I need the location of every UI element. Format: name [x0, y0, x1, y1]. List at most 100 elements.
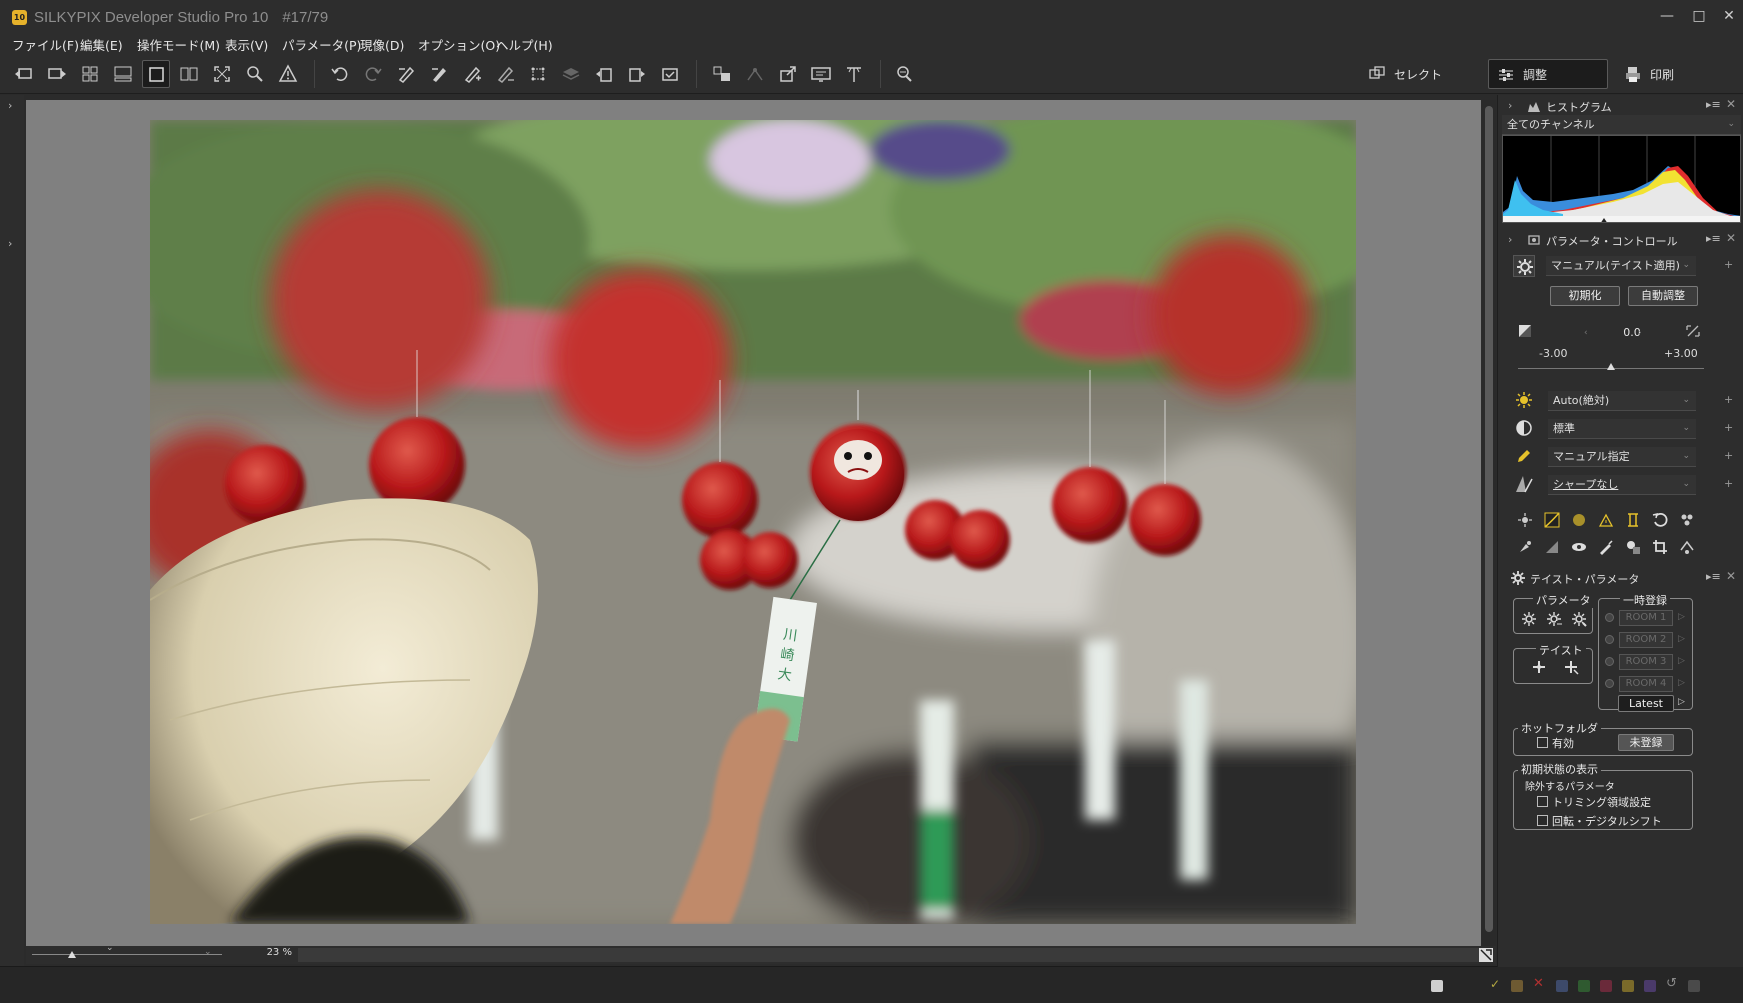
rotate-icon[interactable] — [1651, 511, 1669, 529]
panel-close-icon[interactable]: ✕ — [1726, 231, 1736, 245]
next-image-icon[interactable] — [43, 60, 71, 88]
taste-parameter-header[interactable]: テイスト・パラメータ ▸≡ ✕ — [1498, 567, 1743, 589]
compare-view-icon[interactable] — [175, 60, 203, 88]
panel-menu-icon[interactable]: ▸≡ — [1706, 98, 1721, 111]
auto-adjust-button[interactable]: 自動調整 — [1628, 286, 1698, 306]
paste-parameter-icon[interactable] — [425, 60, 453, 88]
exposure-decrease-icon[interactable]: ‹ — [1584, 328, 1588, 338]
highlight-icon[interactable] — [1597, 511, 1615, 529]
add-taste-icon[interactable]: + — [1724, 258, 1733, 271]
room-2-button[interactable]: ROOM 2 — [1619, 632, 1673, 648]
exposure-value[interactable]: 0.0 — [1612, 326, 1652, 339]
parameter-control-header[interactable]: › パラメータ・コントロール ▸≡ ✕ — [1498, 229, 1743, 251]
add-color-icon[interactable]: + — [1724, 449, 1733, 462]
exclude-rotate-checkbox[interactable] — [1537, 815, 1548, 826]
tone-select[interactable]: 標準 ⌄ — [1548, 419, 1696, 439]
expand-left-panel-icon[interactable]: › — [8, 99, 18, 112]
vertical-scroll-thumb[interactable] — [1485, 106, 1493, 932]
label-purple-icon[interactable] — [1644, 980, 1656, 992]
exposure-increase-icon[interactable]: › — [1638, 328, 1642, 338]
noise-reduction-icon[interactable] — [1516, 511, 1534, 529]
image-viewer[interactable]: 川 崎 大 — [26, 100, 1481, 946]
add-sharpness-icon[interactable]: + — [1724, 477, 1733, 490]
menu-options[interactable]: オプション(O) — [418, 35, 500, 54]
filmstrip-view-icon[interactable] — [109, 60, 137, 88]
histogram-panel-header[interactable]: › ヒストグラム ▸≡ ✕ — [1498, 95, 1743, 117]
rotate-left-icon[interactable] — [590, 60, 618, 88]
grid-view-icon[interactable] — [76, 60, 104, 88]
fullscreen-icon[interactable] — [208, 60, 236, 88]
color-balance-icon[interactable] — [1570, 511, 1588, 529]
auto-exposure-icon[interactable] — [1684, 322, 1702, 340]
white-balance-select[interactable]: Auto(絶対) ⌄ — [1548, 391, 1696, 411]
develop-icon[interactable] — [708, 60, 736, 88]
parameter-copy-icon[interactable] — [1520, 610, 1538, 628]
hotfolder-enabled-checkbox[interactable] — [1537, 737, 1548, 748]
room-4-radio[interactable] — [1605, 679, 1614, 688]
thumbnail-size-icon[interactable] — [1431, 980, 1443, 992]
panel-menu-icon[interactable]: ▸≡ — [1706, 232, 1721, 245]
menu-file[interactable]: ファイル(F) — [12, 35, 79, 54]
paste-selected-icon[interactable] — [491, 60, 519, 88]
sharpness-select[interactable]: シャープなし ⌄ — [1548, 475, 1696, 495]
batch-develop-icon[interactable] — [741, 60, 769, 88]
crop-icon[interactable] — [1651, 538, 1669, 556]
room-1-radio[interactable] — [1605, 613, 1614, 622]
dynamic-range-icon[interactable] — [1624, 511, 1642, 529]
lens-correction-icon[interactable] — [1543, 538, 1561, 556]
copy-parameter-icon[interactable] — [392, 60, 420, 88]
label-red-icon[interactable] — [1600, 980, 1612, 992]
zoom-slider-thumb[interactable] — [68, 951, 76, 958]
navigator-icon[interactable] — [1479, 948, 1493, 962]
adjust-mode-button[interactable]: 調整 — [1488, 59, 1608, 89]
layer-icon[interactable] — [557, 60, 585, 88]
latest-apply-icon[interactable]: ▷ — [1678, 697, 1685, 707]
exclude-trim-checkbox[interactable] — [1537, 796, 1548, 807]
hotfolder-register-button[interactable]: 未登録 — [1618, 734, 1674, 751]
room-3-button[interactable]: ROOM 3 — [1619, 654, 1673, 670]
partial-correction-icon[interactable] — [1624, 538, 1642, 556]
preview-photo[interactable]: 川 崎 大 — [150, 120, 1356, 924]
latest-button[interactable]: Latest — [1618, 695, 1674, 712]
taste-add-icon[interactable] — [1530, 658, 1548, 676]
panel-close-icon[interactable]: ✕ — [1726, 97, 1736, 111]
reset-button[interactable]: 初期化 — [1550, 286, 1620, 306]
folder-icon[interactable] — [1511, 980, 1523, 992]
panel-close-icon[interactable]: ✕ — [1726, 569, 1736, 583]
label-green-icon[interactable] — [1578, 980, 1590, 992]
rotate-right-icon[interactable] — [623, 60, 651, 88]
exposure-slider-thumb[interactable] — [1607, 363, 1615, 370]
room-2-apply-icon[interactable]: ▷ — [1678, 634, 1685, 644]
undo-icon[interactable] — [326, 60, 354, 88]
zoom-slider[interactable] — [32, 954, 222, 955]
reject-icon[interactable]: ✕ — [1533, 976, 1545, 991]
panel-menu-icon[interactable]: ▸≡ — [1706, 570, 1721, 583]
expand-thumbnail-panel-icon[interactable]: › — [8, 237, 18, 250]
single-view-icon[interactable] — [142, 60, 170, 88]
exposure-slider[interactable] — [1518, 363, 1704, 370]
menu-develop[interactable]: 現像(D) — [360, 35, 404, 54]
collapse-chevron-icon[interactable]: › — [1508, 233, 1512, 246]
warning-icon[interactable] — [274, 60, 302, 88]
room-3-apply-icon[interactable]: ▷ — [1678, 656, 1685, 666]
label-yellow-icon[interactable] — [1622, 980, 1634, 992]
room-1-button[interactable]: ROOM 1 — [1619, 610, 1673, 626]
histogram-channel-select[interactable]: 全てのチャンネル ⌄ — [1502, 115, 1741, 135]
menu-view[interactable]: 表示(V) — [225, 35, 268, 54]
revert-icon[interactable]: ↺ — [1666, 976, 1678, 991]
crop-mark-icon[interactable] — [524, 60, 552, 88]
loupe-icon[interactable] — [890, 60, 918, 88]
room-2-radio[interactable] — [1605, 635, 1614, 644]
zoom-dropdown-icon[interactable]: ⌄ — [204, 947, 212, 957]
export-icon[interactable] — [774, 60, 802, 88]
taste-apply-icon[interactable] — [1562, 658, 1580, 676]
close-window-button[interactable]: ✕ — [1716, 6, 1742, 26]
tone-curve-icon[interactable] — [1543, 511, 1561, 529]
room-4-apply-icon[interactable]: ▷ — [1678, 678, 1685, 688]
zoom-preset-chevron-icon[interactable]: ⌄ — [106, 943, 114, 953]
zoom-icon[interactable] — [241, 60, 269, 88]
collapse-chevron-icon[interactable]: › — [1508, 99, 1512, 112]
color-select[interactable]: マニュアル指定 ⌄ — [1548, 447, 1696, 467]
menu-edit[interactable]: 編集(E) — [80, 35, 123, 54]
add-white-balance-icon[interactable]: + — [1724, 393, 1733, 406]
